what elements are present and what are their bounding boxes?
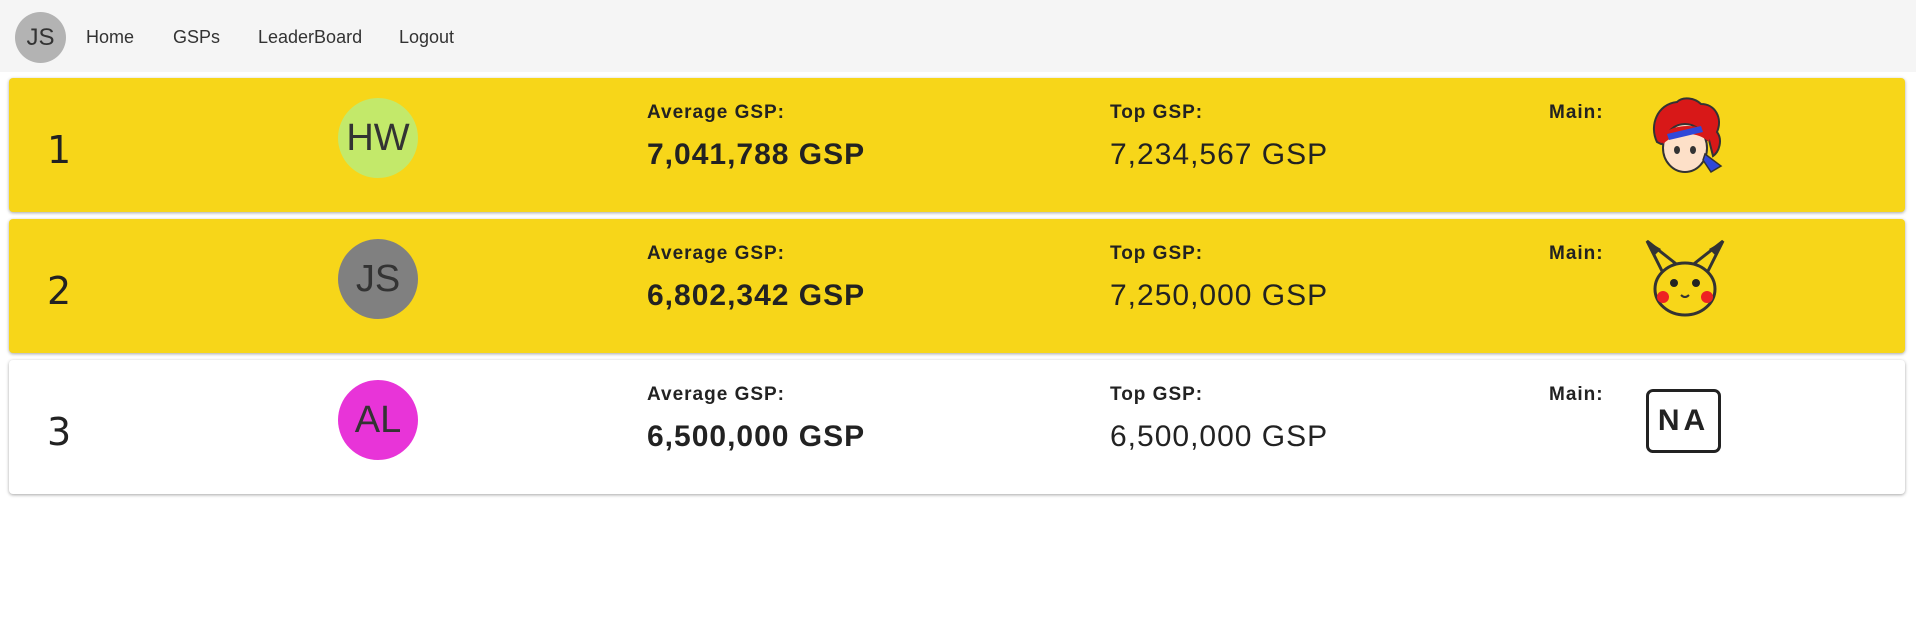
leaderboard-row: 2 JS Average GSP: 6,802,342 GSP Top GSP:… — [9, 219, 1905, 353]
average-gsp-value: 7,041,788 GSP — [647, 138, 866, 171]
average-gsp-label: Average GSP: — [647, 384, 786, 405]
main-label: Main: — [1549, 243, 1604, 264]
nav-link-gsps[interactable]: GSPs — [173, 26, 220, 48]
nav-link-logout[interactable]: Logout — [399, 26, 454, 48]
top-gsp-value: 6,500,000 GSP — [1110, 420, 1329, 453]
average-gsp-label: Average GSP: — [647, 102, 786, 123]
top-gsp-value: 7,250,000 GSP — [1110, 279, 1329, 312]
average-gsp-label: Average GSP: — [647, 243, 786, 264]
rank-number: 3 — [47, 410, 72, 454]
no-main-placeholder: NA — [1646, 389, 1721, 453]
main-label: Main: — [1549, 384, 1604, 405]
nav-link-leaderboard[interactable]: LeaderBoard — [258, 26, 362, 48]
leaderboard-row: 1 HW Average GSP: 7,041,788 GSP Top GSP:… — [9, 78, 1905, 212]
player-avatar: AL — [338, 380, 418, 460]
nav-link-home[interactable]: Home — [86, 26, 134, 48]
user-avatar[interactable]: JS — [15, 12, 66, 63]
rank-number: 1 — [47, 128, 72, 172]
roy-character-icon — [1652, 97, 1723, 174]
average-gsp-value: 6,500,000 GSP — [647, 420, 866, 453]
rank-number: 2 — [47, 269, 72, 313]
player-avatar: HW — [338, 98, 418, 178]
player-avatar: JS — [338, 239, 418, 319]
top-navbar: JS Home GSPs LeaderBoard Logout — [0, 0, 1916, 72]
leaderboard-row: 3 AL Average GSP: 6,500,000 GSP Top GSP:… — [9, 360, 1905, 494]
top-gsp-label: Top GSP: — [1110, 384, 1204, 405]
average-gsp-value: 6,802,342 GSP — [647, 279, 866, 312]
top-gsp-label: Top GSP: — [1110, 102, 1204, 123]
top-gsp-label: Top GSP: — [1110, 243, 1204, 264]
main-label: Main: — [1549, 102, 1604, 123]
top-gsp-value: 7,234,567 GSP — [1110, 138, 1329, 171]
pikachu-character-icon — [1645, 239, 1725, 317]
